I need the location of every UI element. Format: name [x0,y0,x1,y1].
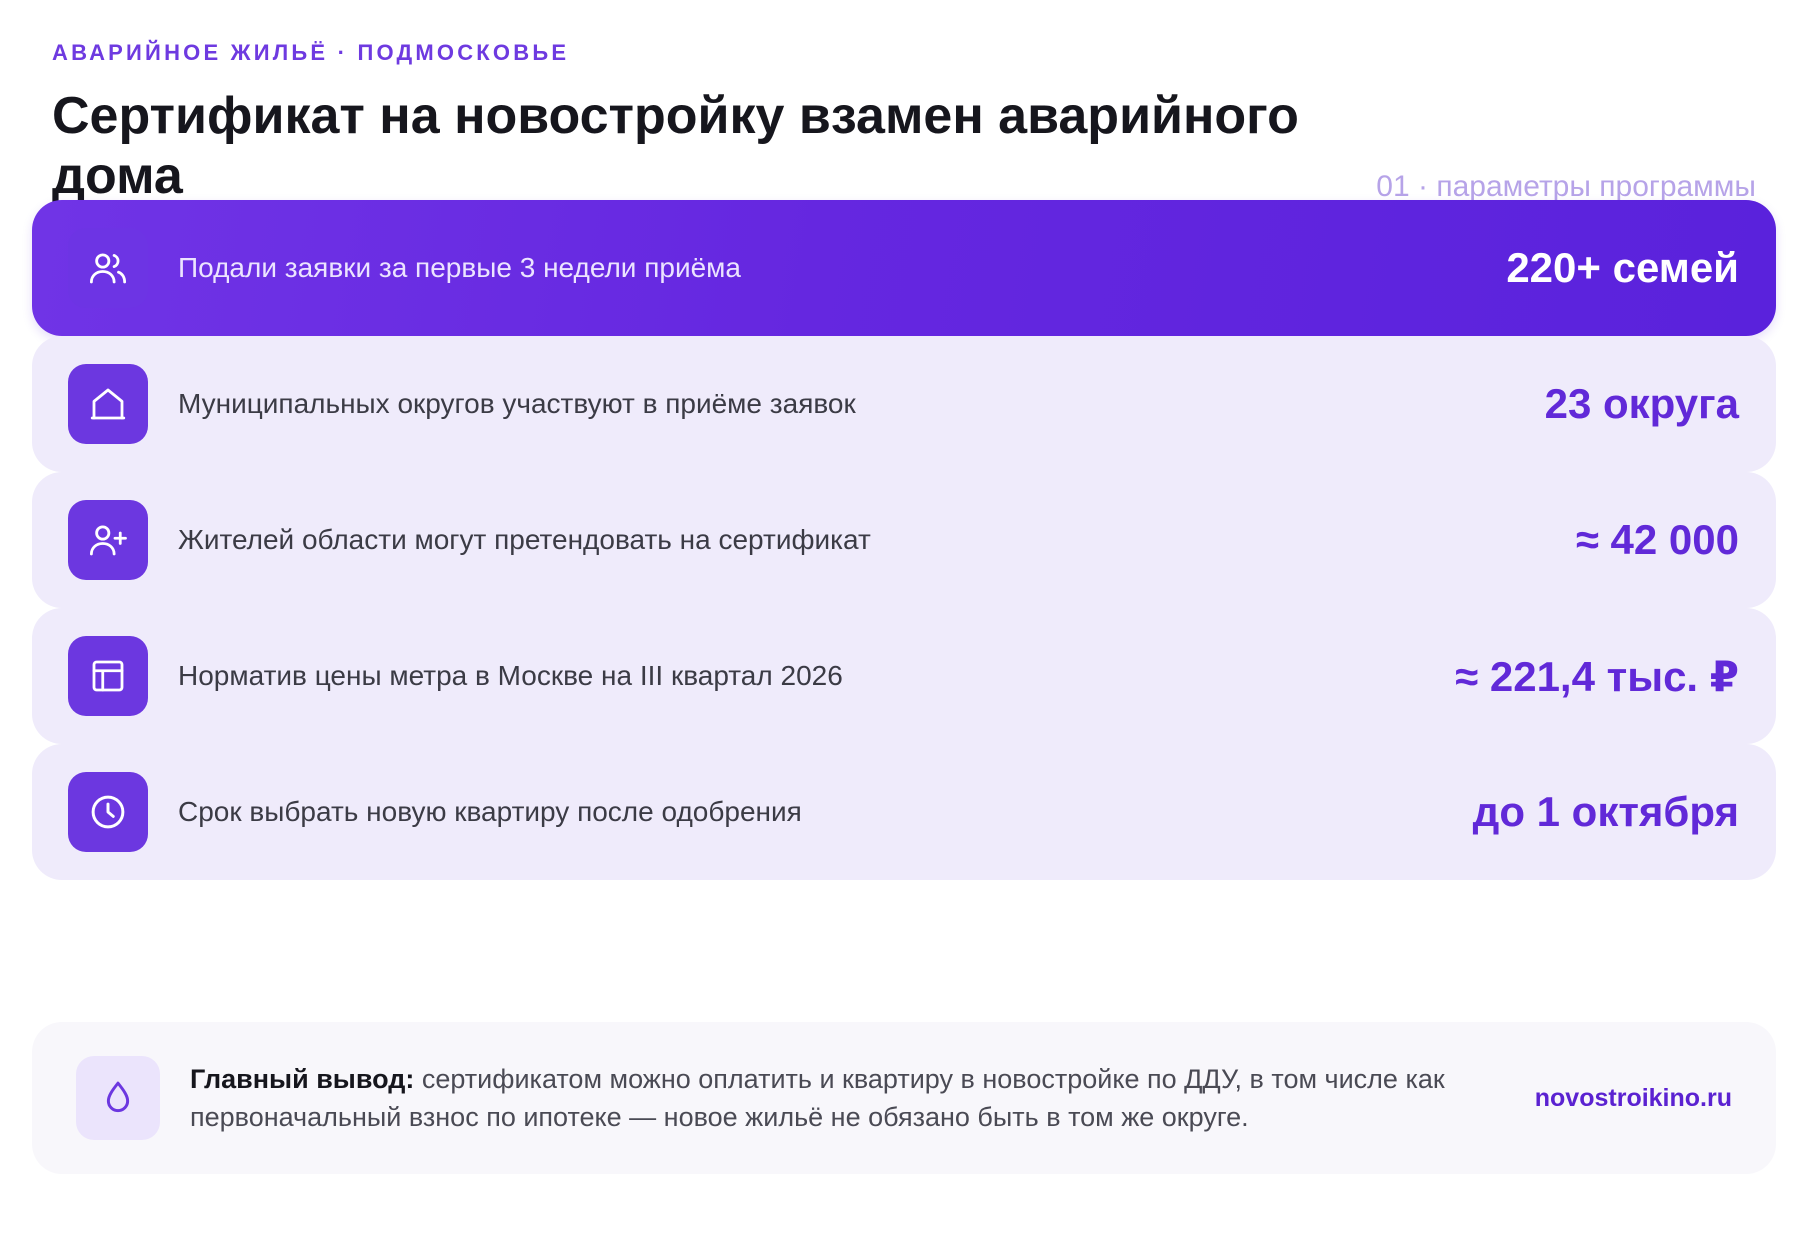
stat-value: до 1 октября [1472,788,1739,835]
stat-value: ≈ 42 000 [1575,516,1739,563]
page-title: Сертификат на новостройку взамен аварийн… [52,87,1299,205]
stat-value: 220+ семей [1506,244,1739,291]
stat-card-applications: Подали заявки за первые 3 недели приёма … [32,200,1776,336]
stat-label: Норматив цены метра в Москве на III квар… [178,660,843,691]
users-icon [68,228,148,308]
user-plus-icon [68,500,148,580]
stat-card-price: Норматив цены метра в Москве на III квар… [32,608,1776,744]
summary-text: Главный вывод: сертификатом можно оплати… [190,1060,1460,1136]
stat-value: 23 округа [1544,380,1739,427]
eyebrow-label: АВАРИЙНОЕ ЖИЛЬЁ · ПОДМОСКОВЬЕ [52,40,570,65]
summary-bold: Главный вывод: [190,1064,415,1094]
stat-label: Подали заявки за первые 3 недели приёма [178,252,741,283]
stat-card-residents: Жителей области могут претендовать на се… [32,472,1776,608]
clock-icon [68,772,148,852]
site-link[interactable]: novostroikino.ru [1535,1084,1732,1113]
stat-label: Срок выбрать новую квартиру после одобре… [178,796,802,827]
infographic: АВАРИЙНОЕ ЖИЛЬЁ · ПОДМОСКОВЬЕ Сертификат… [0,0,1800,1234]
stat-card-deadline: Срок выбрать новую квартиру после одобре… [32,744,1776,880]
stat-label: Муниципальных округов участвуют в приёме… [178,388,856,419]
stat-card-districts: Муниципальных округов участвуют в приёме… [32,336,1776,472]
summary-card: Главный вывод: сертификатом можно оплати… [32,1022,1776,1174]
stat-label: Жителей области могут претендовать на се… [178,524,871,555]
drop-icon [76,1056,160,1140]
stat-value: ≈ 221,4 тыс. ₽ [1455,652,1739,700]
home-icon [68,364,148,444]
layout-icon [68,636,148,716]
section-tag: 01 · параметры программы [1376,170,1756,203]
